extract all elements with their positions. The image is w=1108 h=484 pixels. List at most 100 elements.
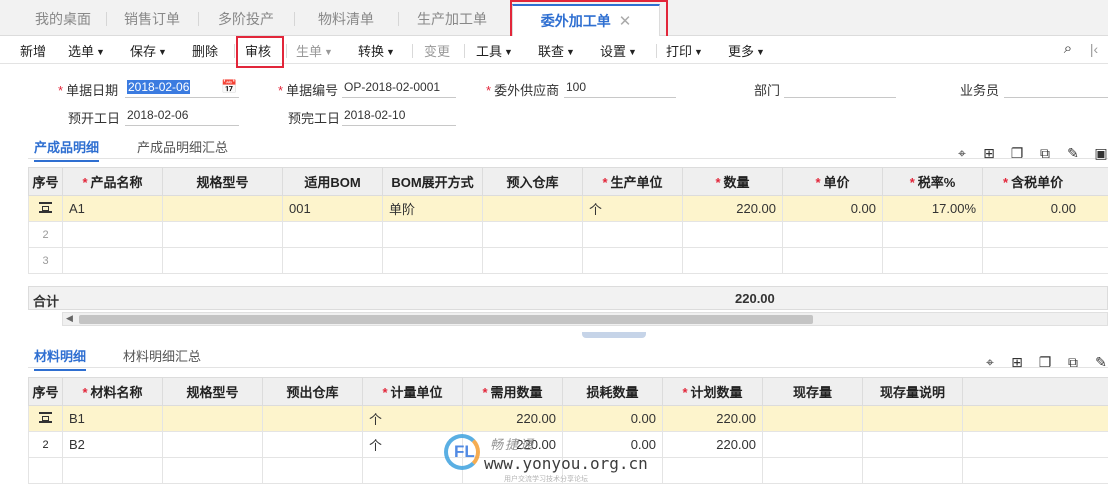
delete-button[interactable]: 删除 xyxy=(192,41,218,60)
table-row[interactable]: 3 xyxy=(28,247,1108,274)
location-icon[interactable]: ⌖ xyxy=(954,145,970,161)
row-menu-icon[interactable] xyxy=(39,201,52,213)
table-cell[interactable] xyxy=(962,431,1108,458)
table-cell[interactable] xyxy=(762,431,863,458)
table-cell[interactable] xyxy=(62,221,163,248)
table-cell[interactable] xyxy=(162,195,283,222)
save-button[interactable]: 保存 ▼ xyxy=(130,41,167,60)
table-cell[interactable] xyxy=(762,405,863,432)
table-cell[interactable]: A1 xyxy=(62,195,163,222)
edit-icon[interactable]: ✎ xyxy=(1065,145,1081,161)
copy-row-icon[interactable]: ❐ xyxy=(1009,145,1025,161)
table-cell[interactable] xyxy=(982,221,1108,248)
col-header[interactable]: * 数量 xyxy=(682,167,783,196)
col-header[interactable]: * 计划数量 xyxy=(662,377,763,406)
row-menu-icon[interactable] xyxy=(39,411,52,423)
table-row[interactable]: B1 个 220.00 0.00 220.00 xyxy=(28,405,1108,432)
col-header[interactable]: * 税率% xyxy=(882,167,983,196)
generate-bill-button[interactable]: 生单 ▼ xyxy=(296,41,333,60)
table-cell[interactable] xyxy=(382,221,483,248)
table-cell[interactable] xyxy=(262,405,363,432)
more-button[interactable]: 更多 ▼ xyxy=(728,41,765,60)
col-header[interactable]: * 需用数量 xyxy=(462,377,563,406)
col-header[interactable]: * 生产单位 xyxy=(582,167,683,196)
col-header[interactable]: * 含税单价 xyxy=(982,167,1108,196)
table-cell[interactable] xyxy=(62,457,163,484)
table-cell[interactable]: 220.00 xyxy=(662,431,763,458)
tab-material-summary[interactable]: 材料明细汇总 xyxy=(123,346,201,365)
row-menu-cell[interactable] xyxy=(28,405,63,432)
col-header[interactable]: * 材料名称 xyxy=(62,377,163,406)
col-header[interactable]: 预出仓库 xyxy=(262,377,363,406)
tab-product-summary[interactable]: 产成品明细汇总 xyxy=(137,137,228,156)
add-row-icon[interactable]: ⊞ xyxy=(981,145,997,161)
close-icon[interactable]: ✕ xyxy=(619,13,632,30)
tab-bill-of-materials[interactable]: 物料清单 xyxy=(294,4,398,36)
add-row-icon[interactable]: ⊞ xyxy=(1009,354,1025,370)
table-cell[interactable]: 17.00% xyxy=(882,195,983,222)
table-cell[interactable]: 220.00 xyxy=(682,195,783,222)
print-button[interactable]: 打印 ▼ xyxy=(666,41,703,60)
table-cell[interactable] xyxy=(762,457,863,484)
tab-production-order[interactable]: 生产加工单 xyxy=(398,4,506,36)
insert-row-icon[interactable]: ⧉ xyxy=(1037,145,1053,161)
bill-number-field[interactable]: OP-2018-02-0001 xyxy=(342,78,456,98)
col-header[interactable]: 损耗数量 xyxy=(562,377,663,406)
location-icon[interactable]: ⌖ xyxy=(982,354,998,370)
insert-row-icon[interactable]: ⧉ xyxy=(1065,354,1081,370)
new-button[interactable]: 新增 xyxy=(20,41,46,60)
linked-query-button[interactable]: 联查 ▼ xyxy=(538,41,575,60)
table-cell[interactable] xyxy=(282,221,383,248)
table-cell[interactable]: 0.00 xyxy=(562,405,663,432)
table-cell[interactable] xyxy=(582,247,683,274)
tab-outsourcing-order[interactable]: 委外加工单 ✕ xyxy=(512,4,660,37)
col-header[interactable]: 现存量说明 xyxy=(862,377,963,406)
col-header[interactable]: * 计量单位 xyxy=(362,377,463,406)
tab-multi-level-production[interactable]: 多阶投产 xyxy=(198,4,294,36)
table-cell[interactable]: 220.00 xyxy=(662,405,763,432)
col-header[interactable]: 规格型号 xyxy=(162,377,263,406)
table-cell[interactable] xyxy=(62,247,163,274)
col-header[interactable]: 适用BOM xyxy=(282,167,383,196)
table-cell[interactable] xyxy=(282,247,383,274)
table-cell[interactable] xyxy=(582,221,683,248)
table-cell[interactable]: B2 xyxy=(62,431,163,458)
collapse-icon[interactable]: |‹ xyxy=(1086,41,1102,57)
col-header[interactable]: 序号 xyxy=(28,167,63,196)
tab-my-desktop[interactable]: 我的桌面 xyxy=(20,4,106,36)
table-cell[interactable] xyxy=(862,457,963,484)
table-cell[interactable] xyxy=(482,221,583,248)
select-bill-button[interactable]: 选单 ▼ xyxy=(68,41,105,60)
table-cell[interactable]: 个 xyxy=(582,195,683,222)
table-cell[interactable] xyxy=(482,195,583,222)
table-cell[interactable] xyxy=(862,431,963,458)
col-header[interactable]: BOM展开方式 xyxy=(382,167,483,196)
col-header[interactable]: * 产品名称 xyxy=(62,167,163,196)
table-cell[interactable]: 0.00 xyxy=(982,195,1108,222)
row-menu-cell[interactable] xyxy=(28,195,63,222)
table-cell[interactable]: 220.00 xyxy=(462,405,563,432)
department-field[interactable] xyxy=(784,78,896,98)
col-header[interactable]: 序号 xyxy=(28,377,63,406)
copy-row-icon[interactable]: ❐ xyxy=(1037,354,1053,370)
change-button[interactable]: 变更 xyxy=(424,41,450,60)
table-cell[interactable] xyxy=(682,221,783,248)
table-cell[interactable] xyxy=(862,405,963,432)
edit-icon[interactable]: ✎ xyxy=(1093,354,1108,370)
table-cell[interactable] xyxy=(162,405,263,432)
col-header[interactable] xyxy=(962,377,1108,406)
table-cell[interactable] xyxy=(162,221,283,248)
table-cell[interactable] xyxy=(162,431,263,458)
col-header[interactable]: 现存量 xyxy=(762,377,863,406)
salesman-field[interactable] xyxy=(1004,78,1108,98)
image-icon[interactable]: ▣ xyxy=(1093,145,1108,161)
table-cell[interactable] xyxy=(982,247,1108,274)
search-icon[interactable]: ⌕ xyxy=(1060,41,1076,57)
col-header[interactable]: 预入仓库 xyxy=(482,167,583,196)
table-cell[interactable] xyxy=(382,247,483,274)
audit-button[interactable]: 审核 xyxy=(245,41,271,60)
table-cell[interactable]: 个 xyxy=(362,405,463,432)
table-cell[interactable] xyxy=(782,247,883,274)
table-cell[interactable] xyxy=(162,247,283,274)
plan-end-field[interactable]: 2018-02-10 xyxy=(342,106,456,126)
